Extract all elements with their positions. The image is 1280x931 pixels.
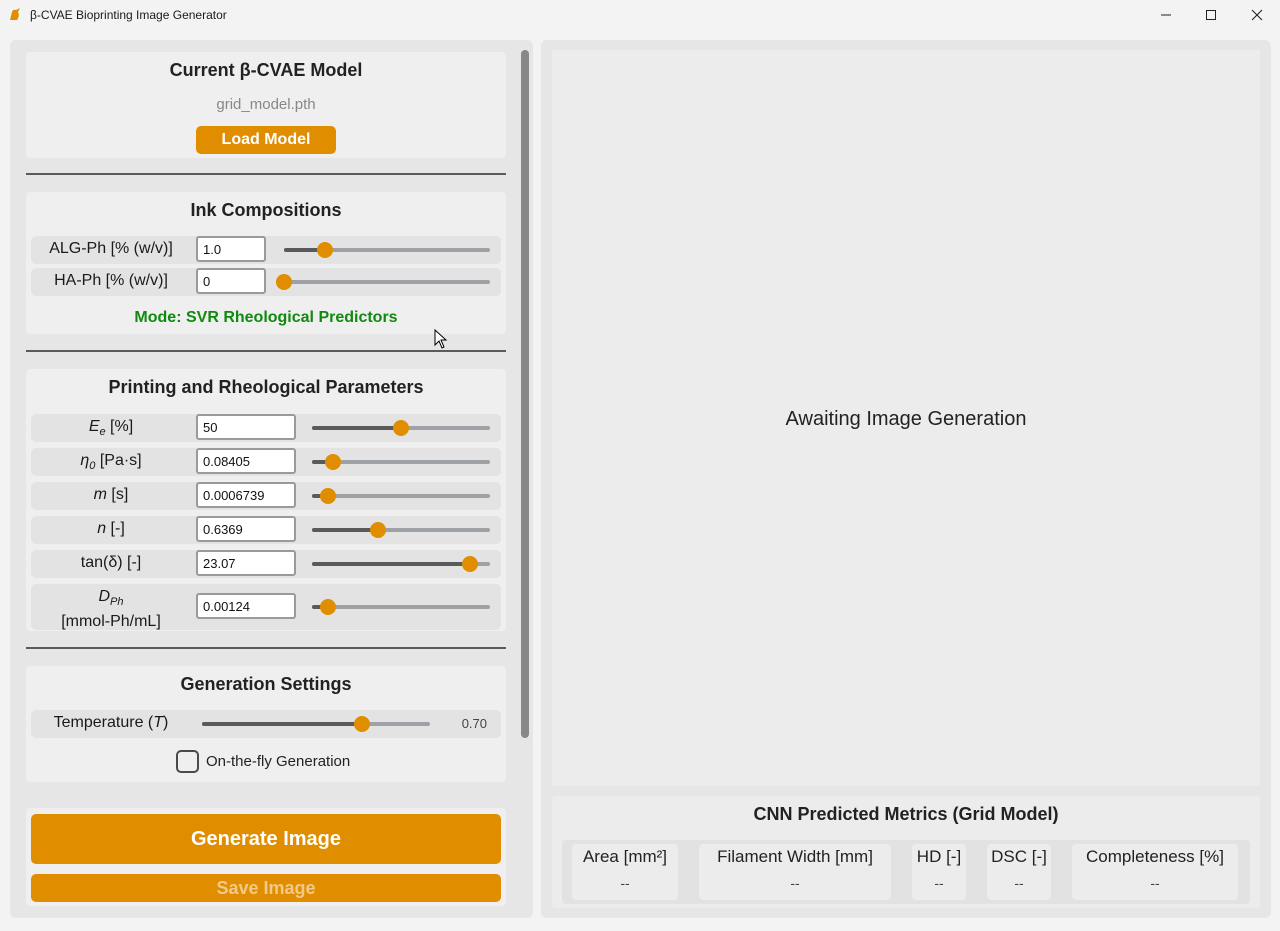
- dph-input[interactable]: 0.00124: [196, 593, 296, 619]
- alg-ph-input[interactable]: 1.0: [196, 236, 266, 262]
- metric-card-filament-width: Filament Width [mm] --: [699, 844, 891, 900]
- controls-scrollbar[interactable]: [521, 50, 529, 738]
- model-filename: grid_model.pth: [216, 96, 316, 113]
- generation-section-title: Generation Settings: [180, 674, 352, 694]
- ha-ph-label: HA-Ph [% (w/v)]: [54, 272, 168, 289]
- ha-ph-input[interactable]: 0: [196, 268, 266, 294]
- temperature-slider[interactable]: [202, 716, 430, 732]
- mouse-cursor-icon: [434, 329, 448, 349]
- load-model-button[interactable]: Load Model: [196, 126, 336, 154]
- maximize-icon: [1206, 10, 1216, 20]
- metric-card-dsc: DSC [-] --: [987, 844, 1051, 900]
- metric-card-area: Area [mm²] --: [572, 844, 678, 900]
- ee-slider[interactable]: [312, 420, 490, 436]
- tandelta-slider[interactable]: [312, 556, 490, 572]
- slider-fill: [202, 722, 362, 726]
- alg-ph-slider[interactable]: [284, 242, 490, 258]
- ee-label: Ee [%]: [88, 418, 134, 439]
- dph-slider[interactable]: [312, 599, 490, 615]
- slider-fill: [312, 528, 378, 532]
- metric-value: --: [790, 875, 800, 891]
- maximize-button[interactable]: [1188, 0, 1234, 30]
- slider-knob[interactable]: [369, 522, 386, 538]
- app-icon: [10, 8, 20, 20]
- section-divider: [26, 173, 506, 175]
- model-section-title: Current β-CVAE Model: [169, 60, 363, 80]
- model-section: Current β-CVAE Model grid_model.pth Load…: [26, 52, 506, 158]
- close-button[interactable]: [1234, 0, 1280, 30]
- metric-label: HD [-]: [916, 847, 962, 866]
- n-slider[interactable]: [312, 522, 490, 538]
- n-label: n [-]: [97, 520, 125, 537]
- dph-label: DPh [mmol-Ph/mL]: [61, 588, 161, 631]
- temperature-value: 0.70: [461, 716, 487, 731]
- slider-knob[interactable]: [353, 716, 370, 732]
- metric-value: --: [1014, 875, 1024, 891]
- m-label: m [s]: [93, 486, 129, 503]
- metric-label: Filament Width [mm]: [717, 847, 873, 866]
- close-icon: [1251, 9, 1263, 21]
- tandelta-input[interactable]: 23.07: [196, 550, 296, 576]
- title-bar: β-CVAE Bioprinting Image Generator: [0, 0, 1280, 30]
- n-input[interactable]: 0.6369: [196, 516, 296, 542]
- ha-ph-slider[interactable]: [276, 274, 490, 290]
- tandelta-label: tan(δ) [-]: [80, 554, 142, 571]
- slider-fill: [312, 562, 471, 566]
- metric-card-completeness: Completeness [%] --: [1072, 844, 1238, 900]
- generate-image-button[interactable]: Generate Image: [31, 814, 501, 864]
- alg-ph-label: ALG-Ph [% (w/v)]: [49, 240, 173, 257]
- onthefly-label[interactable]: On-the-fly Generation: [206, 753, 350, 770]
- minimize-button[interactable]: [1143, 0, 1189, 30]
- onthefly-checkbox[interactable]: [176, 750, 199, 773]
- m-input[interactable]: 0.0006739: [196, 482, 296, 508]
- save-image-button[interactable]: Save Image: [31, 874, 501, 902]
- eta0-input[interactable]: 0.08405: [196, 448, 296, 474]
- slider-knob[interactable]: [393, 420, 409, 436]
- temperature-label: Temperature (T): [53, 714, 169, 731]
- ink-section-title: Ink Compositions: [190, 200, 342, 220]
- section-divider: [26, 647, 506, 649]
- metric-card-hd: HD [-] --: [912, 844, 966, 900]
- metrics-title: CNN Predicted Metrics (Grid Model): [753, 804, 1059, 824]
- metric-value: --: [934, 875, 944, 891]
- mode-status: Mode: SVR Rheological Predictors: [134, 309, 398, 326]
- params-section-title: Printing and Rheological Parameters: [108, 377, 424, 397]
- slider-knob[interactable]: [320, 488, 337, 504]
- awaiting-placeholder: Awaiting Image Generation: [785, 408, 1027, 430]
- slider-knob[interactable]: [320, 599, 337, 615]
- metric-value: --: [1150, 875, 1160, 891]
- window-title: β-CVAE Bioprinting Image Generator: [30, 8, 227, 22]
- metric-value: --: [620, 875, 630, 891]
- slider-knob[interactable]: [276, 274, 292, 290]
- eta0-label: η0 [Pa·s]: [80, 452, 142, 473]
- slider-fill: [312, 426, 401, 430]
- m-slider[interactable]: [312, 488, 490, 504]
- section-divider: [26, 350, 506, 352]
- eta0-slider[interactable]: [312, 454, 490, 470]
- metric-label: DSC [-]: [991, 847, 1047, 866]
- ee-input[interactable]: 50: [196, 414, 296, 440]
- minimize-icon: [1161, 14, 1171, 16]
- metric-label: Area [mm²]: [582, 847, 668, 866]
- metric-label: Completeness [%]: [1086, 847, 1224, 866]
